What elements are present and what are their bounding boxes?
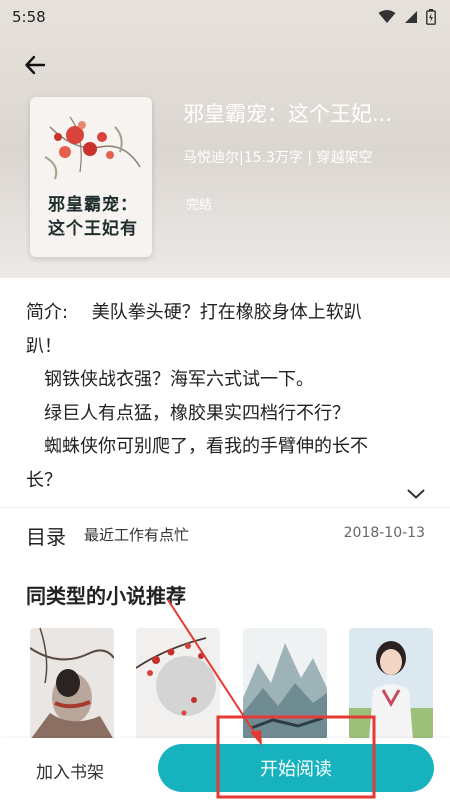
intro-line: 蜘蛛侠你可别爬了，看我的手臂伸的长不 <box>26 436 368 457</box>
recommend-book-cover[interactable] <box>243 628 327 740</box>
intro-line: 钢铁侠战衣强？海军六式试一下。 <box>26 369 314 390</box>
recommend-section-title: 同类型的小说推荐 <box>26 584 186 608</box>
recommend-cover-art <box>243 628 327 740</box>
intro-line: 绿巨人有点猛，橡胶果实四档行不行？ <box>26 402 350 424</box>
add-to-bookshelf-button[interactable]: 加入书架 <box>36 758 104 783</box>
chevron-down-icon <box>407 489 425 499</box>
intro-line: 长？ <box>26 469 62 491</box>
battery-icon <box>426 9 436 25</box>
signal-icon <box>405 11 417 23</box>
cover-title-text: 邪皇霸宠： 这个王妃有 <box>48 195 138 239</box>
bottom-action-bar: 加入书架 开始阅读 <box>0 738 450 800</box>
toc-label: 目录 <box>26 525 66 549</box>
wifi-icon <box>378 10 396 23</box>
book-intro: 简介: 美队拳头硬？打在橡胶身体上软趴 趴！ 钢铁侠战衣强？海军六式试一下。 绿… <box>26 296 426 497</box>
intro-line: 趴！ <box>26 335 62 357</box>
recommend-cover-art <box>349 628 433 740</box>
table-of-contents-row[interactable]: 目录 最近工作有点忙 2018-10-13 <box>0 507 450 559</box>
book-status: 完结 <box>186 198 213 213</box>
recommend-book-cover[interactable] <box>30 628 114 740</box>
back-button[interactable] <box>20 50 50 80</box>
book-cover[interactable]: 邪皇霸宠： 这个王妃有 <box>30 97 152 257</box>
book-meta: 马悦迪尔|15.3万字 | 穿越架空 <box>183 150 373 166</box>
recommend-cover-art <box>30 628 114 740</box>
status-icons <box>378 9 436 25</box>
start-reading-button[interactable]: 开始阅读 <box>158 744 434 792</box>
status-bar: 5:58 <box>0 0 450 34</box>
latest-chapter: 最近工作有点忙 <box>84 526 190 544</box>
expand-intro-button[interactable] <box>402 484 430 504</box>
update-date: 2018-10-13 <box>343 525 425 541</box>
book-title: 邪皇霸宠：这个王妃... <box>183 102 393 126</box>
intro-line: 简介: 美队拳头硬？打在橡胶身体上软趴 <box>26 302 362 323</box>
recommend-cover-art <box>136 628 220 740</box>
recommend-book-cover[interactable] <box>349 628 433 740</box>
recommend-book-cover[interactable] <box>136 628 220 740</box>
back-arrow-icon <box>25 55 46 75</box>
status-time: 5:58 <box>12 8 46 26</box>
